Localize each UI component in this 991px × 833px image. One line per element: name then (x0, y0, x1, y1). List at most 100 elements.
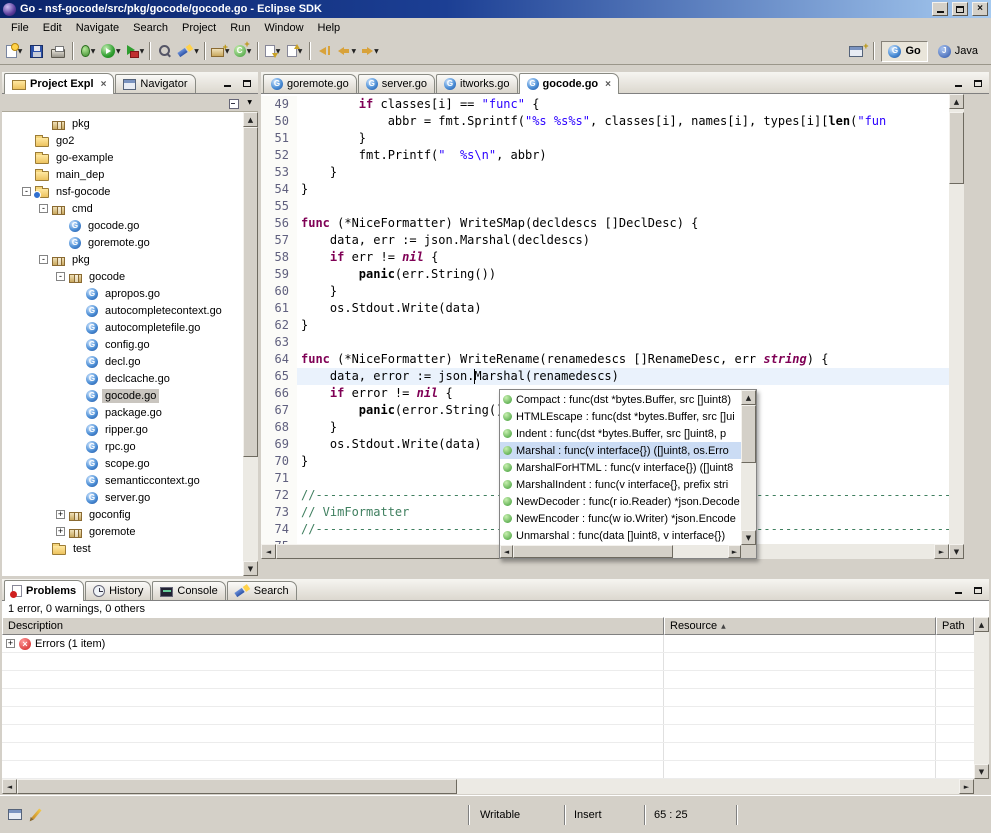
tree-item-autocompletecontext-go[interactable]: autocompletecontext.go (2, 302, 243, 319)
scroll-right-button[interactable]: ► (934, 544, 949, 559)
tree-item-package-go[interactable]: package.go (2, 404, 243, 421)
scrollbar-thumb[interactable] (276, 544, 526, 559)
tree-item-semanticcontext-go[interactable]: semanticcontext.go (2, 472, 243, 489)
completion-item[interactable]: NewEncoder : func(w io.Writer) *json.Enc… (500, 510, 741, 527)
tree-item-gocode-go[interactable]: gocode.go (2, 387, 243, 404)
scroll-up-button[interactable]: ▲ (741, 390, 756, 405)
tree-item-ripper-go[interactable]: ripper.go (2, 421, 243, 438)
back-button[interactable]: ▼ (336, 40, 359, 62)
code-line[interactable]: 52 fmt.Printf(" %s\n", abbr) (261, 147, 949, 164)
scroll-down-button[interactable]: ▼ (974, 764, 989, 779)
scrollbar-thumb[interactable] (17, 779, 457, 794)
tab-problems[interactable]: Problems (4, 580, 84, 601)
tree-item-pkg[interactable]: -pkg (2, 251, 243, 268)
tree-expander-minus[interactable]: - (22, 187, 31, 196)
code-line[interactable]: 56func (*NiceFormatter) WriteSMap(declde… (261, 215, 949, 232)
next-annotation-button[interactable]: ▼ (262, 40, 284, 62)
scroll-left-button[interactable]: ◄ (2, 779, 17, 794)
tab-project-expl[interactable]: Project Expl× (4, 73, 114, 94)
tree-item-decl-go[interactable]: decl.go (2, 353, 243, 370)
tree-expander-plus[interactable]: + (56, 527, 65, 536)
maximize-button[interactable] (952, 2, 968, 16)
tree-item-gocode[interactable]: -gocode (2, 268, 243, 285)
scrollbar-thumb[interactable] (243, 127, 258, 457)
menu-item-file[interactable]: File (4, 20, 36, 36)
fast-view-icon[interactable] (8, 809, 22, 820)
code-line[interactable]: 50 abbr = fmt.Sprintf("%s %s%s", classes… (261, 113, 949, 130)
code-line[interactable]: 55 (261, 198, 949, 215)
scroll-down-button[interactable]: ▼ (741, 530, 756, 545)
tree-item-scope-go[interactable]: scope.go (2, 455, 243, 472)
tree-item-apropos-go[interactable]: apropos.go (2, 285, 243, 302)
tree-expander-plus[interactable]: + (56, 510, 65, 519)
tree-item-config-go[interactable]: config.go (2, 336, 243, 353)
tree-item-go2[interactable]: go2 (2, 132, 243, 149)
new-wizard-button[interactable]: ▼ (3, 40, 25, 62)
code-line[interactable]: 64func (*NiceFormatter) WriteRename(rena… (261, 351, 949, 368)
prev-annotation-button[interactable]: ▼ (284, 40, 306, 62)
menu-item-project[interactable]: Project (175, 20, 223, 36)
close-tab-icon[interactable]: × (101, 79, 107, 90)
popup-vertical-scrollbar[interactable]: ▲ ▼ (741, 390, 756, 545)
tab-navigator[interactable]: Navigator (115, 74, 195, 93)
tree-expander-minus[interactable]: - (39, 255, 48, 264)
tree-item-goconfig[interactable]: +goconfig (2, 506, 243, 523)
problems-vertical-scrollbar[interactable]: ▲ ▼ (974, 617, 989, 779)
tree-item-pkg[interactable]: pkg (2, 115, 243, 132)
maximize-editor-button[interactable] (969, 75, 987, 91)
column-header-path[interactable]: Path (936, 617, 974, 635)
tab-gocode-go[interactable]: gocode.go× (519, 73, 619, 94)
column-header-description[interactable]: Description (2, 617, 664, 635)
tree-item-nsf-gocode[interactable]: -nsf-gocode (2, 183, 243, 200)
completion-item[interactable]: HTMLEscape : func(dst *bytes.Buffer, src… (500, 408, 741, 425)
scrollbar-thumb[interactable] (741, 405, 756, 463)
tree-item-server-go[interactable]: server.go (2, 489, 243, 506)
code-line[interactable]: 62} (261, 317, 949, 334)
scroll-right-button[interactable]: ► (728, 545, 741, 558)
code-line[interactable]: 60 } (261, 283, 949, 300)
code-line[interactable]: 51 } (261, 130, 949, 147)
scroll-up-button[interactable]: ▲ (974, 617, 989, 632)
explorer-vertical-scrollbar[interactable]: ▲ ▼ (243, 112, 258, 576)
menu-item-navigate[interactable]: Navigate (69, 20, 126, 36)
scroll-right-button[interactable]: ► (959, 779, 974, 794)
completion-item[interactable]: Indent : func(dst *bytes.Buffer, src []u… (500, 425, 741, 442)
code-line[interactable]: 61 os.Stdout.Write(data) (261, 300, 949, 317)
tree-item-test[interactable]: test (2, 540, 243, 557)
tree-item-goremote-go[interactable]: goremote.go (2, 234, 243, 251)
print-button[interactable] (47, 40, 69, 62)
save-button[interactable] (25, 40, 47, 62)
completion-item[interactable]: MarshalIndent : func(v interface{}, pref… (500, 476, 741, 493)
scroll-left-button[interactable]: ◄ (261, 544, 276, 559)
menu-item-edit[interactable]: Edit (36, 20, 69, 36)
menu-item-run[interactable]: Run (223, 20, 257, 36)
view-menu-icon[interactable]: ▼ (247, 99, 252, 106)
close-tab-icon[interactable]: × (605, 79, 611, 90)
maximize-view-button[interactable] (238, 75, 256, 91)
code-line[interactable]: 59 panic(err.String()) (261, 266, 949, 283)
scrollbar-thumb[interactable] (949, 112, 964, 184)
perspective-java[interactable]: Java (931, 41, 985, 62)
scroll-down-button[interactable]: ▼ (949, 544, 964, 559)
column-header-resource[interactable]: Resource▲ (664, 617, 936, 635)
tab-search[interactable]: Search (227, 581, 297, 600)
minimize-view-button[interactable] (949, 582, 967, 598)
tab-console[interactable]: Console (152, 581, 225, 600)
maximize-view-button[interactable] (969, 582, 987, 598)
code-line[interactable]: 65 data, error := json.Marshal(renamedes… (261, 368, 949, 385)
scroll-up-button[interactable]: ▲ (243, 112, 258, 127)
minimize-view-button[interactable] (218, 75, 236, 91)
run-button[interactable]: ▼ (99, 40, 123, 62)
scroll-up-button[interactable]: ▲ (949, 94, 964, 109)
tab-goremote-go[interactable]: goremote.go (263, 74, 357, 93)
menu-item-help[interactable]: Help (311, 20, 348, 36)
last-edit-button[interactable] (314, 40, 336, 62)
completion-item[interactable]: Unmarshal : func(data []uint8, v interfa… (500, 527, 741, 544)
collapse-all-icon[interactable] (229, 97, 241, 109)
row-expander-plus[interactable]: + (6, 639, 15, 648)
external-tools-button[interactable]: ▼ (123, 40, 147, 62)
editor-vertical-scrollbar[interactable]: ▲ ▼ (949, 94, 964, 559)
menu-item-search[interactable]: Search (126, 20, 175, 36)
code-line[interactable]: 58 if err != nil { (261, 249, 949, 266)
menu-item-window[interactable]: Window (257, 20, 310, 36)
